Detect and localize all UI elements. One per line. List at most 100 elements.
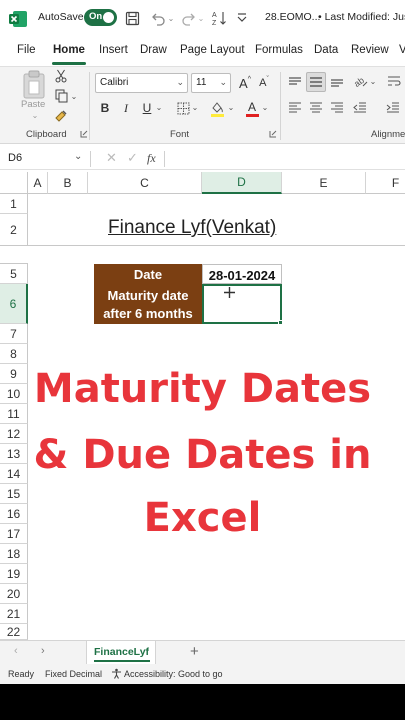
status-ready: Ready [8, 669, 35, 679]
align-left-icon[interactable] [287, 100, 303, 114]
svg-text:ab: ab [353, 75, 366, 89]
copy-dropdown-icon[interactable]: ⌄ [70, 90, 78, 102]
scroll-right-icon[interactable]: › [41, 645, 45, 657]
date-label-cell[interactable]: Date [94, 264, 202, 284]
formula-input[interactable] [170, 152, 400, 166]
tab-review[interactable]: Review [351, 44, 389, 56]
row-header-1[interactable]: 1 [0, 194, 28, 214]
clipboard-launcher-icon[interactable] [79, 129, 88, 138]
tab-page-layout[interactable]: Page Layout [180, 44, 245, 56]
align-bottom-icon[interactable] [329, 75, 345, 89]
redo-dropdown-icon[interactable]: ⌄ [197, 12, 205, 24]
chevron-down-icon[interactable]: ⌄ [227, 101, 235, 113]
worksheet-grid[interactable]: A B C D E F 1 2 5 6 7 8 9 10 11 12 13 14… [0, 172, 405, 640]
status-accessibility[interactable]: Accessibility: Good to go [124, 669, 223, 679]
add-sheet-button[interactable]: + [190, 643, 199, 660]
increase-font-size-button[interactable]: A ^ [237, 74, 253, 92]
sheet-title[interactable]: Finance Lyf(Venkat) [108, 217, 308, 239]
toggle-knob [103, 12, 114, 23]
underline-button[interactable]: U [140, 99, 154, 117]
tab-data[interactable]: Data [314, 44, 338, 56]
font-launcher-icon[interactable] [268, 129, 277, 138]
customize-toolbar-icon[interactable] [236, 11, 248, 25]
tab-insert[interactable]: Insert [99, 44, 128, 56]
align-center-icon[interactable] [308, 100, 324, 114]
save-icon[interactable] [124, 10, 140, 26]
align-middle-button[interactable] [306, 72, 326, 92]
paste-icon[interactable] [20, 70, 48, 100]
paste-dropdown-icon[interactable]: ⌄ [30, 110, 40, 120]
column-header-c[interactable]: C [88, 172, 202, 194]
sheet-tab-underline [94, 660, 150, 662]
paste-label[interactable]: Paste [21, 99, 45, 110]
column-header-d[interactable]: D [202, 172, 282, 194]
undo-dropdown-icon[interactable]: ⌄ [167, 12, 175, 24]
undo-icon[interactable] [150, 10, 166, 26]
column-header-a[interactable]: A [28, 172, 48, 194]
active-cell-d6[interactable] [202, 284, 282, 324]
decrease-indent-icon[interactable] [352, 100, 368, 114]
column-header-b[interactable]: B [48, 172, 88, 194]
borders-icon[interactable] [176, 101, 190, 115]
copy-icon[interactable] [54, 89, 68, 103]
maturity-label-line2: after 6 months [103, 306, 193, 321]
scroll-left-icon[interactable]: ‹ [14, 645, 18, 657]
row-header-19[interactable]: 19 [0, 564, 28, 584]
font-size-dropdown[interactable]: 11 ⌄ [191, 73, 231, 93]
bold-glyph: B [100, 101, 110, 115]
tab-view[interactable]: V [399, 44, 405, 56]
name-box[interactable]: D6 [8, 152, 22, 164]
font-color-icon[interactable]: A [244, 99, 260, 117]
date-value-cell[interactable]: 28-01-2024 [202, 264, 282, 284]
shrink-font-glyph: A [259, 77, 267, 89]
fill-handle[interactable] [278, 320, 283, 325]
row-header-6[interactable]: 6 [0, 284, 28, 324]
row-header-8[interactable]: 8 [0, 344, 28, 364]
chevron-down-icon[interactable]: ⌄ [191, 101, 199, 113]
enter-icon[interactable]: ✓ [127, 150, 138, 166]
file-name[interactable]: 28.EOMO... [265, 11, 320, 23]
sort-icon[interactable]: AZ [210, 9, 228, 27]
status-fixed-decimal: Fixed Decimal [45, 669, 103, 679]
row-header-20[interactable]: 20 [0, 584, 28, 604]
cut-icon[interactable] [54, 69, 68, 83]
format-painter-icon[interactable] [54, 109, 68, 123]
wrap-text-icon[interactable] [386, 74, 402, 88]
tab-home[interactable]: Home [53, 44, 85, 56]
clipboard-group-label: Clipboard [26, 129, 67, 140]
redo-icon[interactable] [180, 10, 196, 26]
font-name-dropdown[interactable]: Calibri ⌄ [95, 73, 188, 93]
tab-file[interactable]: File [17, 44, 36, 56]
row-header-5[interactable]: 5 [0, 264, 28, 284]
chevron-down-icon[interactable]: ⌄ [155, 101, 163, 113]
row-header-2[interactable]: 2 [0, 214, 28, 246]
select-all-corner[interactable] [0, 172, 28, 194]
maturity-label-cell[interactable]: Maturity date after 6 months [94, 284, 202, 324]
cancel-icon[interactable]: ✕ [106, 150, 117, 166]
column-header-f[interactable]: F [366, 172, 405, 194]
chevron-down-icon[interactable]: ⌄ [369, 75, 377, 87]
tab-formulas[interactable]: Formulas [255, 44, 303, 56]
column-header-e[interactable]: E [282, 172, 366, 194]
tab-draw[interactable]: Draw [140, 44, 167, 56]
row-header-21[interactable]: 21 [0, 604, 28, 624]
name-box-dropdown-icon[interactable]: ⌄ [74, 151, 82, 162]
row-header-7[interactable]: 7 [0, 324, 28, 344]
accessibility-icon[interactable] [111, 668, 122, 679]
fill-color-icon[interactable] [209, 99, 225, 117]
row-header-22[interactable]: 22 [0, 624, 28, 640]
last-modified[interactable]: • Last Modified: Jus [318, 11, 405, 23]
function-icon[interactable]: fx [147, 151, 156, 166]
align-top-icon[interactable] [287, 75, 303, 89]
row-header-18[interactable]: 18 [0, 544, 28, 564]
orientation-icon[interactable]: ab [352, 73, 368, 89]
bold-button[interactable]: B [98, 99, 112, 117]
align-right-icon[interactable] [329, 100, 345, 114]
increase-indent-icon[interactable] [385, 100, 401, 114]
autosave-toggle[interactable]: On [84, 9, 117, 26]
italic-button[interactable]: I [119, 99, 133, 117]
decrease-font-size-button[interactable]: Aˇ [256, 74, 272, 92]
sheet-tab-financelyf[interactable]: FinanceLyf [86, 641, 156, 665]
chevron-down-icon[interactable]: ⌄ [261, 101, 269, 113]
date-value: 28-01-2024 [208, 268, 276, 283]
